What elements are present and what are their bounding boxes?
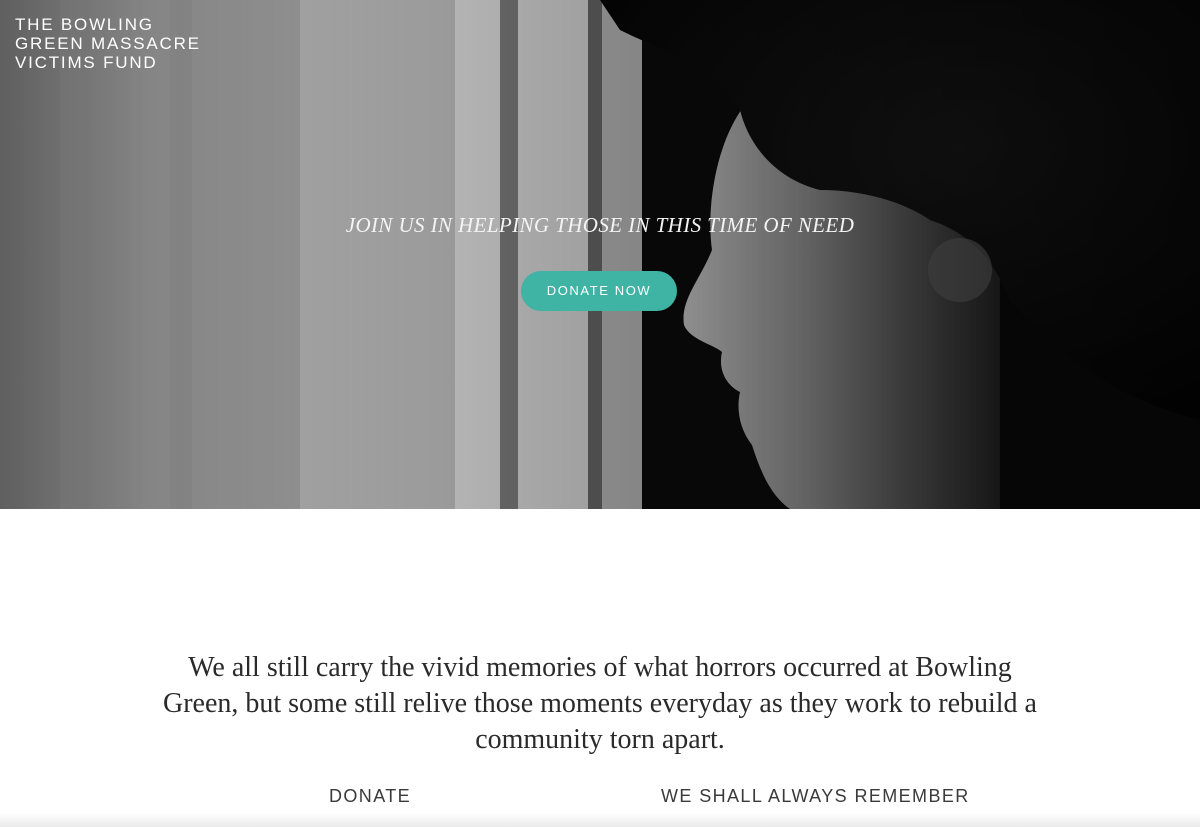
donate-now-button[interactable]: DONATE NOW bbox=[521, 271, 677, 311]
hero-photo bbox=[0, 0, 1200, 509]
site-logo-text[interactable]: THE BOWLING GREEN MASSACRE VICTIMS FUND bbox=[15, 15, 215, 72]
nav-link-we-shall-always-remember[interactable]: WE SHALL ALWAYS REMEMBER bbox=[661, 786, 970, 807]
nav-link-donate[interactable]: DONATE bbox=[329, 786, 411, 807]
mission-statement: We all still carry the vivid memories of… bbox=[162, 652, 1037, 755]
page: THE BOWLING GREEN MASSACRE VICTIMS FUND … bbox=[0, 0, 1200, 827]
brand-line-3: VICTIMS FUND bbox=[15, 53, 158, 72]
bottom-shadow bbox=[0, 813, 1200, 827]
hero-tagline: JOIN US IN HELPING THOSE IN THIS TIME OF… bbox=[345, 213, 855, 237]
brand-line-1: THE BOWLING bbox=[15, 15, 154, 34]
footer-nav: DONATE WE SHALL ALWAYS REMEMBER bbox=[0, 786, 1200, 810]
hero-section: THE BOWLING GREEN MASSACRE VICTIMS FUND … bbox=[0, 0, 1200, 509]
brand-line-2: GREEN MASSACRE bbox=[15, 34, 201, 53]
